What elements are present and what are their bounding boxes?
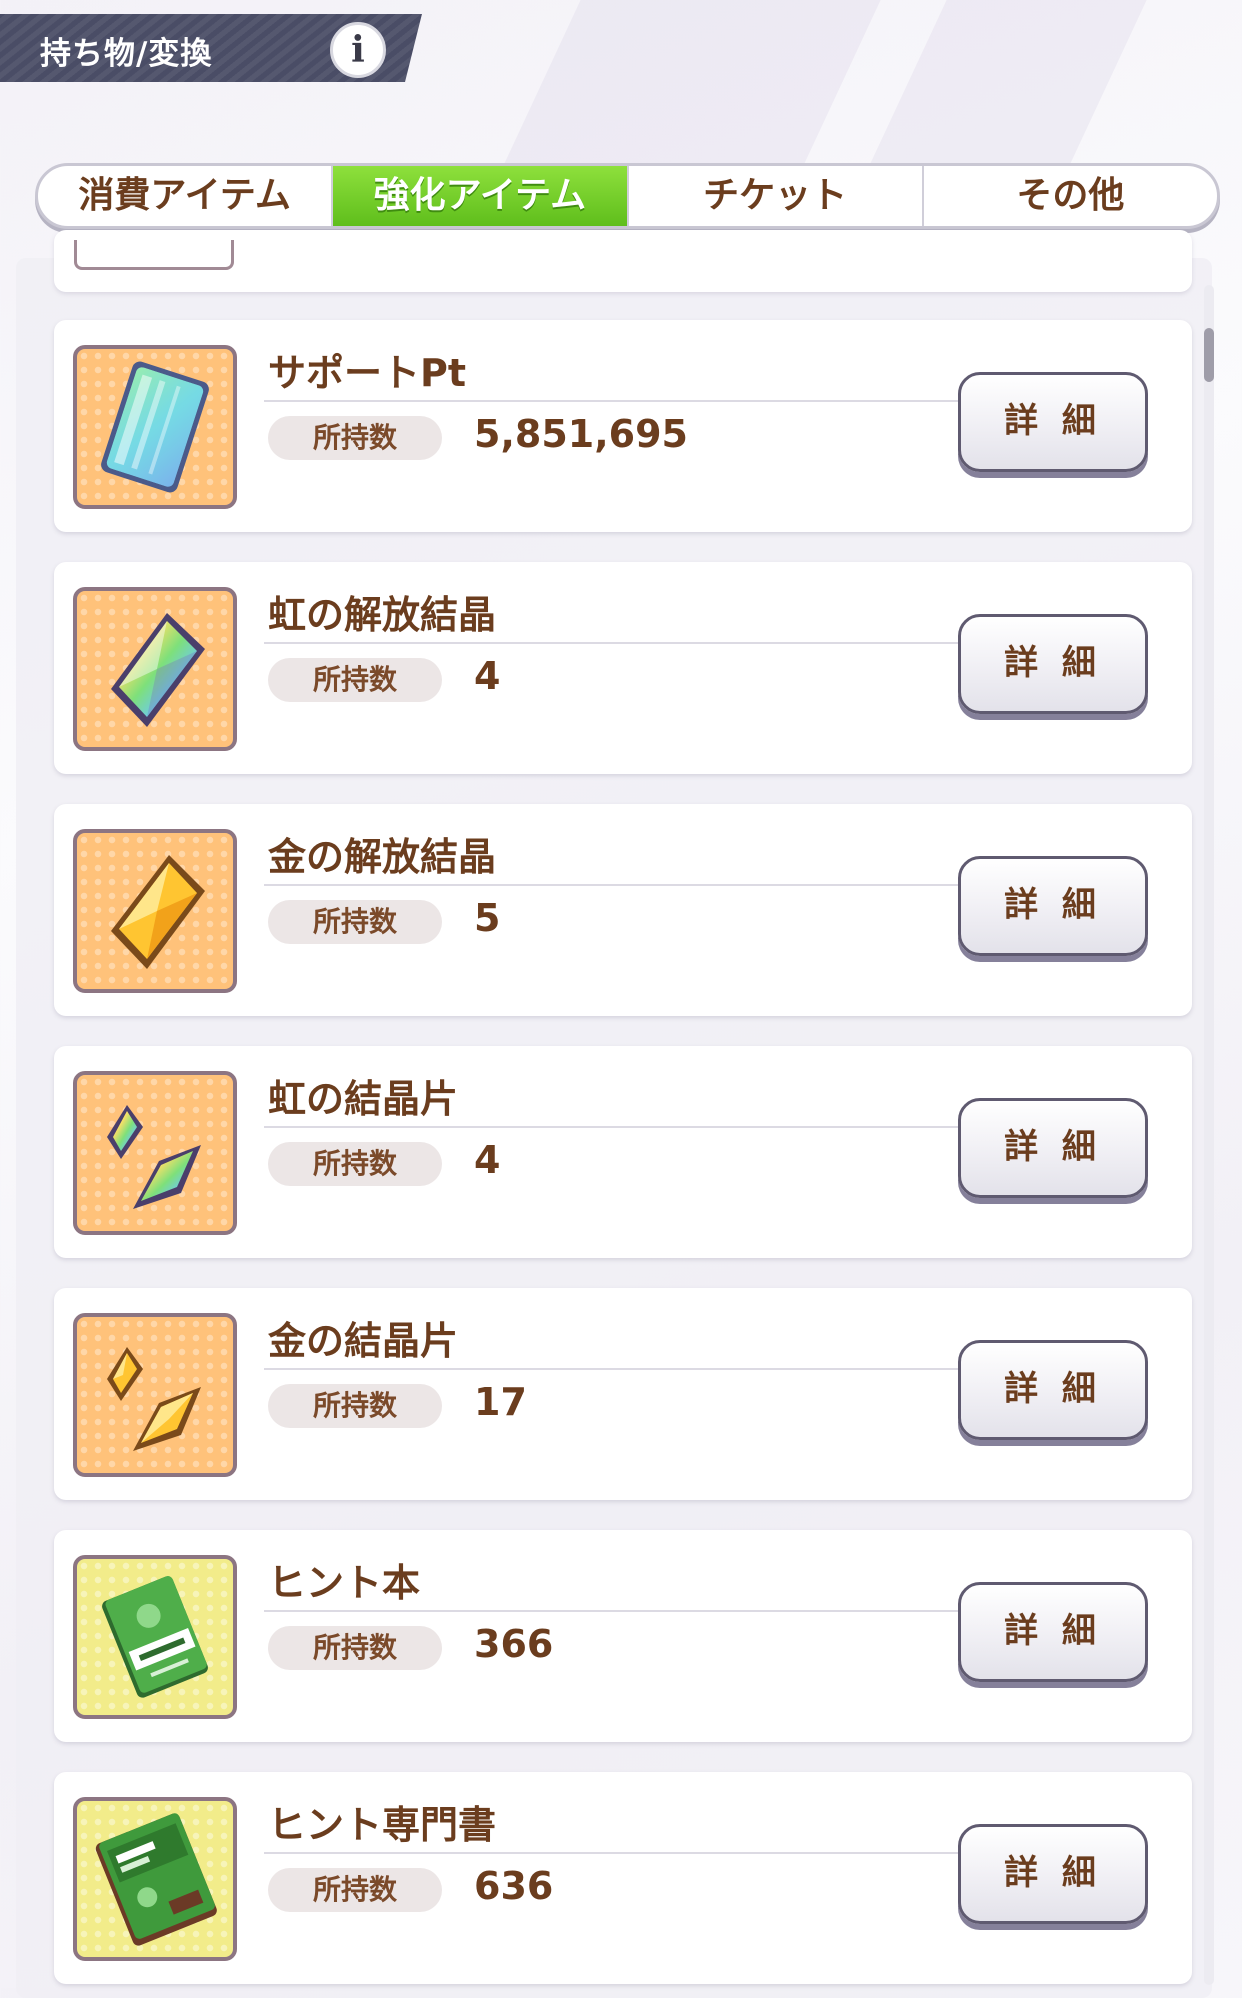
rainbow-shards-icon bbox=[73, 1071, 237, 1235]
divider bbox=[264, 1368, 992, 1370]
owned-label: 所持数 bbox=[268, 1384, 442, 1428]
owned-count: 5,851,695 bbox=[474, 412, 688, 456]
item-name: 金の解放結晶 bbox=[268, 835, 497, 879]
tab-tickets[interactable]: チケット bbox=[629, 166, 924, 226]
owned-label: 所持数 bbox=[268, 1626, 442, 1670]
support-pt-card-icon bbox=[73, 345, 237, 509]
list-item: ヒント専門書 所持数 636 詳 細 bbox=[54, 1772, 1192, 1984]
divider bbox=[264, 400, 992, 402]
list-item: 虹の結晶片 所持数 4 詳 細 bbox=[54, 1046, 1192, 1258]
owned-count: 5 bbox=[474, 896, 501, 940]
detail-button[interactable]: 詳 細 bbox=[958, 614, 1148, 714]
page-title: 持ち物/変換 bbox=[40, 36, 213, 72]
divider bbox=[264, 1610, 992, 1612]
divider bbox=[264, 1126, 992, 1128]
list-item: 虹の解放結晶 所持数 4 詳 細 bbox=[54, 562, 1192, 774]
detail-button[interactable]: 詳 細 bbox=[958, 372, 1148, 472]
hint-book-icon bbox=[73, 1555, 237, 1719]
owned-count: 17 bbox=[474, 1380, 527, 1424]
item-name: ヒント専門書 bbox=[268, 1803, 497, 1847]
tab-others[interactable]: その他 bbox=[924, 166, 1217, 226]
gold-shards-icon bbox=[73, 1313, 237, 1477]
partial-item-icon-edge bbox=[74, 240, 234, 270]
detail-button[interactable]: 詳 細 bbox=[958, 1340, 1148, 1440]
divider bbox=[264, 884, 992, 886]
list-item: 金の結晶片 所持数 17 詳 細 bbox=[54, 1288, 1192, 1500]
owned-label: 所持数 bbox=[268, 658, 442, 702]
list-item: 金の解放結晶 所持数 5 詳 細 bbox=[54, 804, 1192, 1016]
scrollbar-track[interactable] bbox=[1204, 285, 1214, 1985]
item-name: サポートPt bbox=[268, 351, 467, 395]
item-name: 金の結晶片 bbox=[268, 1319, 459, 1363]
tab-enhancement-items[interactable]: 強化アイテム bbox=[333, 166, 629, 226]
owned-label: 所持数 bbox=[268, 900, 442, 944]
info-button[interactable]: i bbox=[330, 22, 386, 78]
list-item: ヒント本 所持数 366 詳 細 bbox=[54, 1530, 1192, 1742]
divider bbox=[264, 1852, 992, 1854]
scrollbar-thumb[interactable] bbox=[1204, 328, 1214, 382]
tab-consumable-items[interactable]: 消費アイテム bbox=[38, 166, 334, 226]
item-name: ヒント本 bbox=[268, 1561, 421, 1605]
rainbow-crystal-icon bbox=[73, 587, 237, 751]
owned-label: 所持数 bbox=[268, 1142, 442, 1186]
detail-button[interactable]: 詳 細 bbox=[958, 1098, 1148, 1198]
owned-count: 366 bbox=[474, 1622, 554, 1666]
divider bbox=[264, 642, 992, 644]
owned-count: 636 bbox=[474, 1864, 554, 1908]
item-name: 虹の結晶片 bbox=[268, 1077, 459, 1121]
detail-button[interactable]: 詳 細 bbox=[958, 1824, 1148, 1924]
owned-label: 所持数 bbox=[268, 1868, 442, 1912]
screen-header: 持ち物/変換 i bbox=[0, 14, 422, 82]
gold-crystal-icon bbox=[73, 829, 237, 993]
owned-count: 4 bbox=[474, 1138, 501, 1182]
detail-button[interactable]: 詳 細 bbox=[958, 856, 1148, 956]
list-item: サポートPt 所持数 5,851,695 詳 細 bbox=[54, 320, 1192, 532]
hint-specialty-book-icon bbox=[73, 1797, 237, 1961]
item-name: 虹の解放結晶 bbox=[268, 593, 497, 637]
category-tabs: 消費アイテム 強化アイテム チケット その他 bbox=[35, 163, 1220, 229]
owned-count: 4 bbox=[474, 654, 501, 698]
owned-label: 所持数 bbox=[268, 416, 442, 460]
detail-button[interactable]: 詳 細 bbox=[958, 1582, 1148, 1682]
